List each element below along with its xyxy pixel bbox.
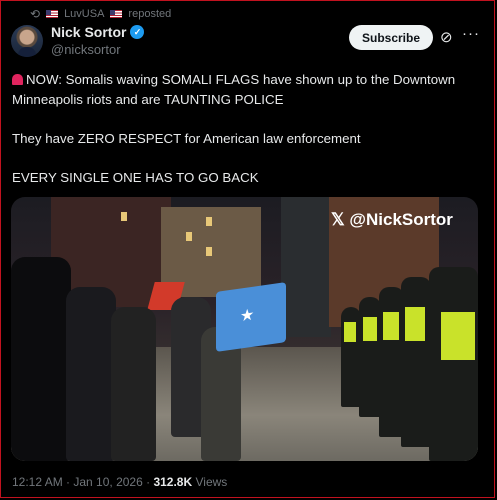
author-name[interactable]: Nick Sortor xyxy=(51,24,126,40)
repost-icon: ⟲ xyxy=(30,7,41,21)
window xyxy=(186,232,192,241)
building xyxy=(281,197,331,337)
repost-label: reposted xyxy=(128,8,172,20)
video-watermark: 𝕏 @NickSortor xyxy=(331,210,453,229)
subscribe-button[interactable]: Subscribe xyxy=(349,25,433,50)
verified-badge-icon: ✓ xyxy=(130,25,145,39)
window xyxy=(206,247,212,256)
tweet-text: NOW: Somalis waving SOMALI FLAGS have sh… xyxy=(12,70,484,187)
window xyxy=(121,212,127,221)
somali-flag xyxy=(216,282,286,352)
tweet-line-2: They have ZERO RESPECT for American law … xyxy=(12,130,361,146)
tweet-video[interactable]: 𝕏 @NickSortor xyxy=(11,197,478,461)
police-line xyxy=(341,267,478,461)
crowd xyxy=(11,257,241,461)
more-icon[interactable]: ··· xyxy=(462,25,480,42)
views-label: Views xyxy=(195,475,228,489)
siren-icon xyxy=(12,74,23,85)
post-meta: 12:12 AM · Jan 10, 2026 · 312.8K Views xyxy=(12,475,228,489)
author-name-row[interactable]: Nick Sortor ✓ xyxy=(51,24,145,40)
window xyxy=(206,217,212,226)
flag-icon xyxy=(46,10,59,18)
avatar[interactable] xyxy=(11,25,43,57)
repost-user[interactable]: LuvUSA xyxy=(64,8,104,20)
post-date[interactable]: Jan 10, 2026 xyxy=(73,475,142,489)
tweet-line-3: EVERY SINGLE ONE HAS TO GO BACK xyxy=(12,169,259,185)
post-time[interactable]: 12:12 AM xyxy=(12,475,63,489)
repost-header[interactable]: ⟲ LuvUSA reposted xyxy=(30,7,171,21)
flag-icon xyxy=(110,10,123,18)
views-count: 312.8K xyxy=(153,475,193,489)
tweet-line-1: NOW: Somalis waving SOMALI FLAGS have sh… xyxy=(12,72,456,107)
grok-icon[interactable]: ⊘ xyxy=(440,28,453,46)
author-handle[interactable]: @nicksortor xyxy=(51,42,121,57)
